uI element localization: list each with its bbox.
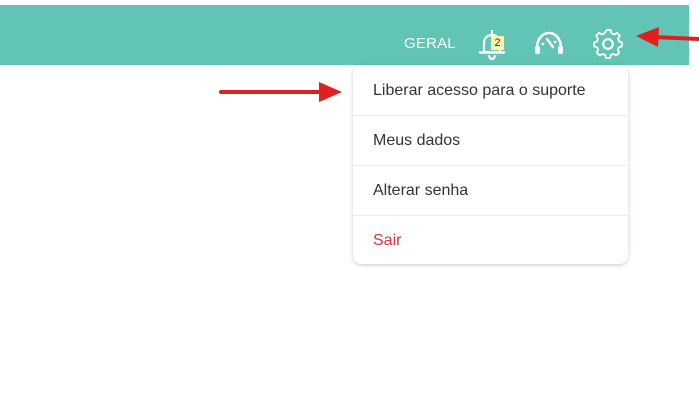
page: GERAL 2 Liberar acesso para o suporte Me… <box>0 0 699 408</box>
notifications-button[interactable]: 2 <box>473 25 511 63</box>
menu-item-alterar-senha[interactable]: Alterar senha <box>353 166 628 216</box>
red-arrow-icon <box>636 27 699 47</box>
settings-button[interactable] <box>589 25 627 63</box>
gear-icon <box>593 29 623 59</box>
settings-dropdown-menu: Liberar acesso para o suporte Meus dados… <box>353 66 628 264</box>
menu-item-sair[interactable]: Sair <box>353 216 628 264</box>
support-button[interactable] <box>530 25 568 63</box>
section-label[interactable]: GERAL <box>404 29 456 59</box>
notification-count-badge: 2 <box>491 36 504 50</box>
top-header-bar: GERAL 2 <box>0 5 689 65</box>
menu-item-meus-dados[interactable]: Meus dados <box>353 116 628 166</box>
headset-support-icon <box>535 31 563 54</box>
menu-item-liberar-acesso-suporte[interactable]: Liberar acesso para o suporte <box>353 66 628 116</box>
red-arrow-icon <box>219 82 342 102</box>
